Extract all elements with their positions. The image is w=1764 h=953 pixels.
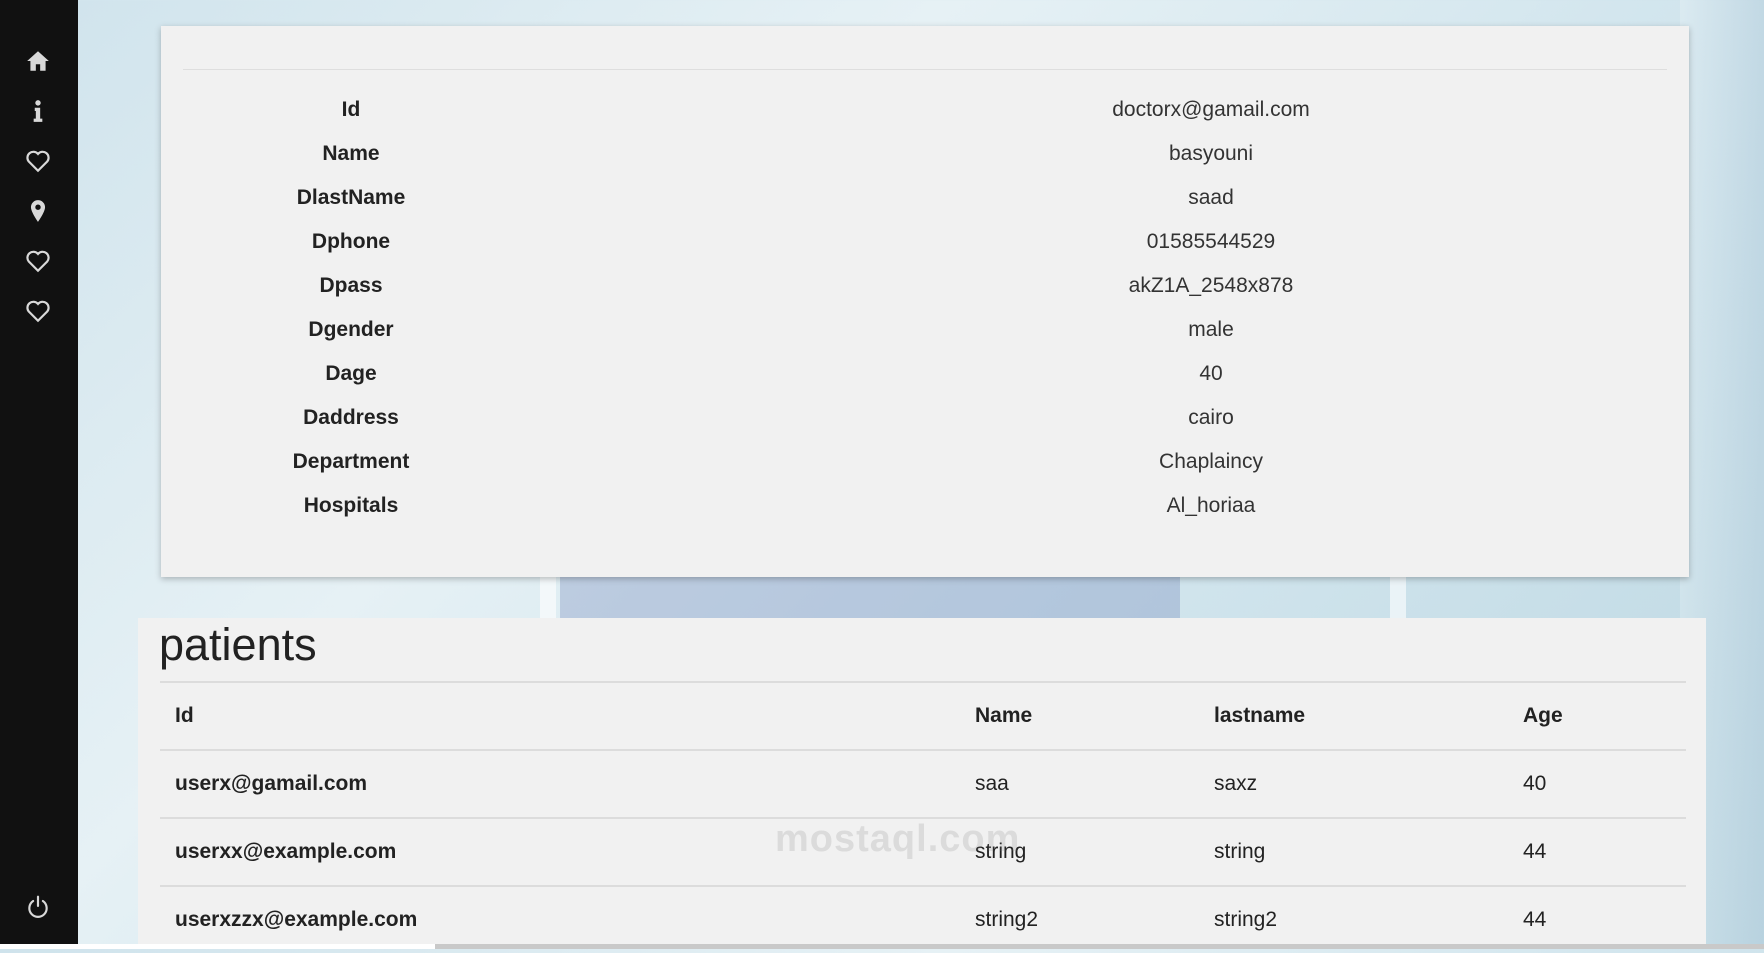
info-row-hospitals: Hospitals Al_horiaa <box>161 494 1689 530</box>
patient-lastname: saxz <box>1199 749 1508 818</box>
field-label: Name <box>322 142 380 165</box>
sidebar <box>0 0 78 944</box>
background-decoration <box>540 575 556 619</box>
field-label: Dgender <box>308 318 394 341</box>
field-value: Al_horiaa <box>1166 494 1256 517</box>
table-row[interactable]: userx@gamail.com saa saxz 40 <box>160 749 1686 818</box>
power-icon[interactable] <box>19 888 57 926</box>
field-label: Dpass <box>319 274 383 297</box>
patient-name: saa <box>960 749 1199 818</box>
background-decoration <box>1390 575 1406 619</box>
field-value: akZ1A_2548x878 <box>1128 274 1294 297</box>
field-value: cairo <box>1188 406 1234 429</box>
info-row-gender: Dgender male <box>161 318 1689 354</box>
field-label: Hospitals <box>303 494 399 517</box>
section-title: patients <box>159 619 317 670</box>
field-value: saad <box>1188 186 1234 209</box>
background-decoration <box>560 575 1180 619</box>
field-label: Department <box>292 450 410 473</box>
scrollbar-thumb[interactable] <box>0 944 435 949</box>
patient-age: 44 <box>1508 817 1686 886</box>
divider <box>183 69 1667 70</box>
info-row-lastname: DlastName saad <box>161 186 1689 222</box>
field-label: Id <box>341 98 361 121</box>
heart-icon[interactable] <box>19 142 57 180</box>
patient-id: userx@gamail.com <box>160 749 960 818</box>
info-row-pass: Dpass akZ1A_2548x878 <box>161 274 1689 310</box>
column-header-name[interactable]: Name <box>960 681 1199 750</box>
info-row-address: Daddress cairo <box>161 406 1689 442</box>
patient-id: userxzzx@example.com <box>160 885 960 953</box>
info-row-phone: Dphone 01585544529 <box>161 230 1689 266</box>
table-row[interactable]: userxzzx@example.com string2 string2 44 <box>160 885 1686 953</box>
watermark: mostaql.com <box>775 818 1021 860</box>
field-label: DlastName <box>296 186 406 209</box>
field-value: Chaplaincy <box>1159 450 1263 473</box>
field-value: doctorx@gamail.com <box>1112 98 1310 121</box>
patient-lastname: string2 <box>1199 885 1508 953</box>
patient-name: string2 <box>960 885 1199 953</box>
field-value: 01585544529 <box>1146 230 1276 253</box>
field-label: Dphone <box>311 230 391 253</box>
info-icon[interactable] <box>19 92 57 130</box>
home-icon[interactable] <box>19 42 57 80</box>
patient-lastname: string <box>1199 817 1508 886</box>
patient-age: 40 <box>1508 749 1686 818</box>
doctor-profile-card: Id doctorx@gamail.com Name basyouni Dlas… <box>161 26 1689 577</box>
table-header-row: Id Name lastname Age <box>160 681 1686 750</box>
field-label: Daddress <box>303 406 399 429</box>
info-row-age: Dage 40 <box>161 362 1689 398</box>
patients-panel: patients Id Name lastname Age userx@gama… <box>138 618 1706 953</box>
field-label: Dage <box>325 362 377 385</box>
info-row-id: Id doctorx@gamail.com <box>161 98 1689 134</box>
column-header-id[interactable]: Id <box>160 681 960 750</box>
heart-icon[interactable] <box>19 242 57 280</box>
heart-icon[interactable] <box>19 292 57 330</box>
location-pin-icon[interactable] <box>19 192 57 230</box>
field-value: basyouni <box>1168 142 1254 165</box>
column-header-lastname[interactable]: lastname <box>1199 681 1508 750</box>
field-value: 40 <box>1199 362 1223 385</box>
info-row-name: Name basyouni <box>161 142 1689 178</box>
column-header-age[interactable]: Age <box>1508 681 1686 750</box>
field-value: male <box>1188 318 1234 341</box>
patient-age: 44 <box>1508 885 1686 953</box>
info-row-department: Department Chaplaincy <box>161 450 1689 486</box>
patients-table: Id Name lastname Age userx@gamail.com sa… <box>160 681 1686 953</box>
